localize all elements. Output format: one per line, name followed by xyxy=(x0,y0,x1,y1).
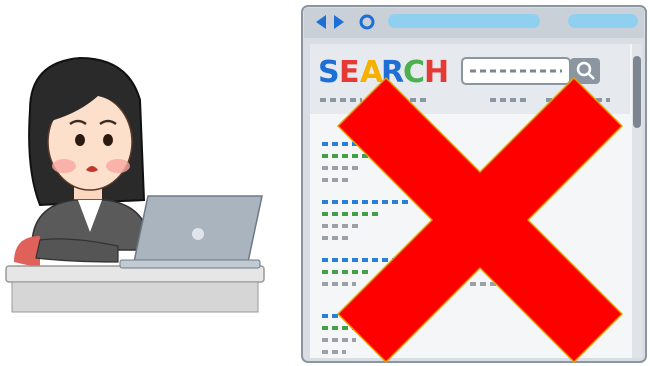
search-logo-letter: E xyxy=(339,55,360,90)
address-bar[interactable] xyxy=(388,14,540,28)
search-logo-letter: H xyxy=(424,55,449,90)
laptop xyxy=(119,195,263,269)
illustration: S E A R C H xyxy=(5,5,647,363)
worried-woman-illustration xyxy=(14,56,151,268)
search-logo-letter: S xyxy=(318,55,340,90)
desk xyxy=(5,265,265,313)
search-logo-letter: C xyxy=(403,55,425,90)
toolbar-pill[interactable] xyxy=(568,14,638,28)
scrollbar-thumb[interactable] xyxy=(633,56,641,128)
